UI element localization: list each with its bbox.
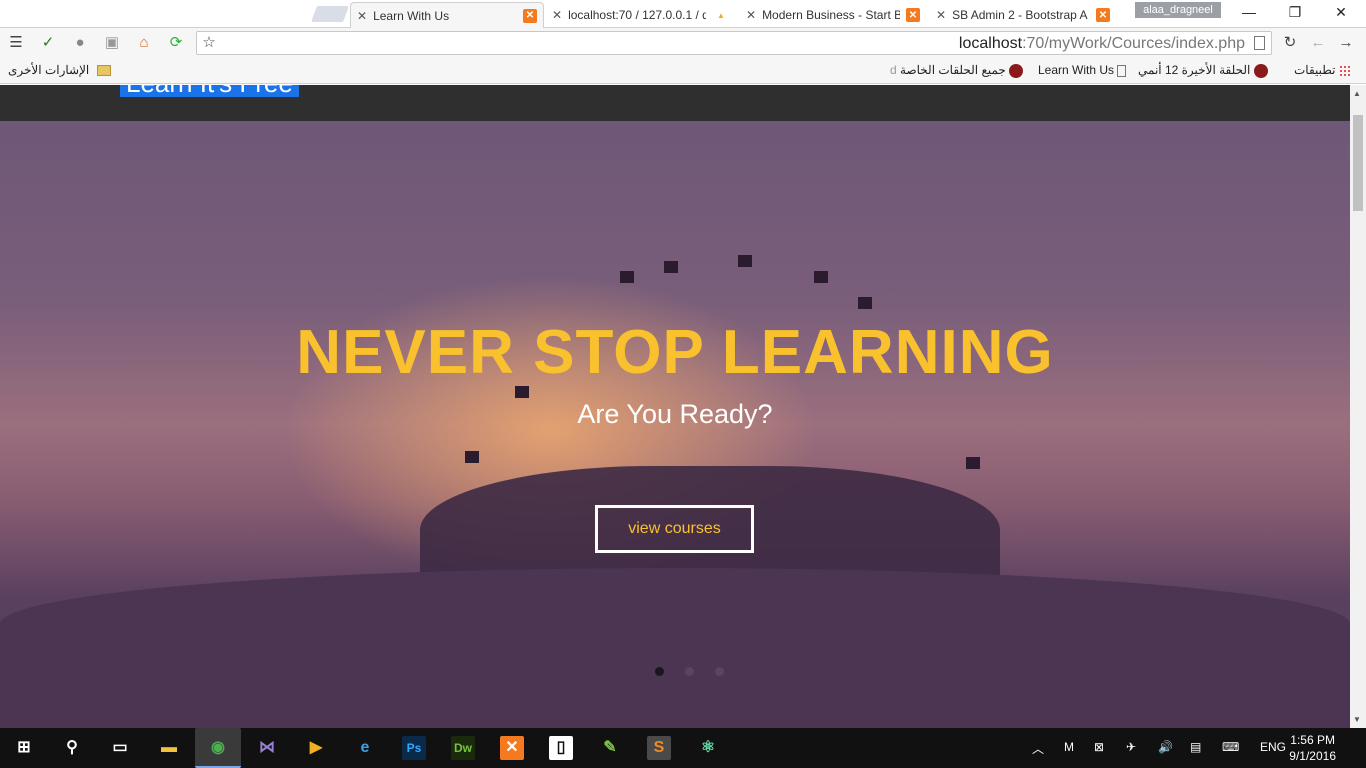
browser-toolbar: ☰ ✓ ● ▣ ⌂ ⟳ ☆ localhost:70/myWork/Cource… xyxy=(0,28,1366,58)
tab-title: SB Admin 2 - Bootstrap A xyxy=(952,8,1088,22)
page-scrollbar[interactable]: ▲ ▼ xyxy=(1350,85,1366,728)
photoshop-icon[interactable]: Ps xyxy=(402,736,426,760)
close-icon[interactable]: ✕ xyxy=(936,8,946,22)
notifications-icon[interactable]: ▤ xyxy=(1190,740,1201,754)
hero-subheadline: Are You Ready? xyxy=(577,399,773,429)
file-explorer-icon[interactable]: ▬ xyxy=(157,736,181,760)
site-brand[interactable]: Learn It's Free xyxy=(120,85,299,97)
scroll-down-icon[interactable]: ▼ xyxy=(1353,715,1361,724)
page-viewport: Learn It's Free NEVER STOP LEARNING Are … xyxy=(0,85,1350,728)
dreamweaver-icon[interactable]: Dw xyxy=(451,736,475,760)
bookmark-item-special-episodes[interactable]: d جميع الحلقات الخاصة xyxy=(890,63,1024,78)
extension-box-icon[interactable]: ▣ xyxy=(102,33,122,53)
tab-strip: ✕ Learn With Us ✕ ✕ localhost:70 / 127.0… xyxy=(0,0,1366,28)
phpmyadmin-favicon-icon: ▲ xyxy=(717,10,725,20)
view-courses-button[interactable]: view courses xyxy=(595,505,754,553)
site-navbar: Learn It's Free xyxy=(0,85,1350,121)
site-favicon-icon xyxy=(1253,63,1268,78)
carousel-indicator-3[interactable] xyxy=(715,667,724,676)
carousel-indicator-2[interactable] xyxy=(685,667,694,676)
reload-icon[interactable]: ↻ xyxy=(1280,33,1300,53)
extension-globe-icon[interactable]: ● xyxy=(70,33,90,53)
clock-time: 1:56 PM xyxy=(1290,733,1335,747)
network-icon[interactable]: ⊠ xyxy=(1094,740,1104,754)
airplane-icon[interactable]: ✈ xyxy=(1126,740,1136,754)
graduation-cap-icon xyxy=(814,271,828,283)
scroll-up-icon[interactable]: ▲ xyxy=(1353,89,1361,98)
other-bookmarks[interactable]: الإشارات الأخرى xyxy=(8,63,111,77)
tab-sb-admin[interactable]: ✕ SB Admin 2 - Bootstrap A ✕ xyxy=(930,2,1116,28)
keyboard-icon[interactable]: ⌨ xyxy=(1222,740,1239,754)
tab-phpmyadmin[interactable]: ✕ localhost:70 / 127.0.0.1 / d ▲ xyxy=(546,2,736,28)
xampp-favicon-icon: ✕ xyxy=(523,8,537,23)
ie-icon[interactable]: e xyxy=(353,736,377,760)
site-favicon-icon xyxy=(1009,63,1024,78)
xampp-favicon-icon: ✕ xyxy=(1096,8,1110,22)
home-icon[interactable]: ⌂ xyxy=(134,33,154,53)
graduation-cap-icon xyxy=(664,261,678,273)
bookmark-item-learn-with-us[interactable]: Learn With Us xyxy=(1038,63,1127,77)
notepad-icon[interactable]: ✎ xyxy=(598,736,622,760)
sublime-icon[interactable]: S xyxy=(647,736,671,760)
tab-title: Learn With Us xyxy=(373,8,450,23)
graduation-cap-icon xyxy=(858,297,872,309)
refresh-extension-icon[interactable]: ⟳ xyxy=(166,33,186,53)
tab-title: localhost:70 / 127.0.0.1 / d xyxy=(568,8,706,22)
graduation-cap-icon xyxy=(465,451,479,463)
close-icon[interactable]: ✕ xyxy=(746,8,756,22)
atom-icon[interactable]: ⚛ xyxy=(696,736,720,760)
url-text: localhost:70/myWork/Cources/index.php xyxy=(958,35,1245,52)
xampp-icon[interactable]: ✕ xyxy=(500,736,524,760)
xampp-favicon-icon: ✕ xyxy=(906,8,920,22)
chrome-icon[interactable]: ◉ xyxy=(195,728,241,768)
clock-date: 9/1/2016 xyxy=(1289,749,1336,763)
app-icon[interactable]: ▯ xyxy=(549,736,573,760)
hero-headline: NEVER STOP LEARNING xyxy=(296,318,1054,387)
scrollbar-thumb[interactable] xyxy=(1353,115,1363,211)
windows-taskbar: ⊞ ⚲ ▭ ▬ ◉ ⋈ ▶ e Ps Dw ✕ ▯ ✎ S ⚛ ︿ M ⊠ ✈ … xyxy=(0,728,1366,768)
bookmark-item-latest-episode[interactable]: الحلقة الأخيرة 12 أنمي xyxy=(1138,63,1268,78)
hero-carousel: NEVER STOP LEARNING Are You Ready? view … xyxy=(0,121,1350,728)
page-info-icon[interactable] xyxy=(1254,36,1265,50)
search-icon[interactable]: ⚲ xyxy=(60,736,84,760)
task-view-icon[interactable]: ▭ xyxy=(108,736,132,760)
volume-icon[interactable]: 🔊 xyxy=(1158,740,1173,754)
start-windows-icon[interactable]: ⊞ xyxy=(12,736,36,760)
page-icon xyxy=(1117,64,1127,77)
new-tab-button[interactable] xyxy=(311,6,349,22)
close-icon[interactable]: ✕ xyxy=(552,8,562,22)
extension-check-icon[interactable]: ✓ xyxy=(38,33,58,53)
media-player-icon[interactable]: ▶ xyxy=(304,736,328,760)
graduation-cap-icon xyxy=(620,271,634,283)
close-window-button[interactable]: ✕ xyxy=(1318,0,1364,26)
tab-modern-business[interactable]: ✕ Modern Business - Start B ✕ xyxy=(740,2,926,28)
bookmark-apps[interactable]: تطبيقات xyxy=(1294,63,1351,77)
minimize-button[interactable]: — xyxy=(1226,0,1272,26)
back-icon[interactable]: → xyxy=(1336,33,1356,53)
show-hidden-icons-icon[interactable]: ︿ xyxy=(1032,740,1044,757)
visual-studio-icon[interactable]: ⋈ xyxy=(255,736,279,760)
language-indicator[interactable]: ENG xyxy=(1260,740,1286,754)
bookmark-star-icon[interactable]: ☆ xyxy=(199,33,219,53)
address-bar[interactable]: ☆ localhost:70/myWork/Cources/index.php xyxy=(196,31,1272,55)
bookmarks-bar: الإشارات الأخرى d جميع الحلقات الخاصة Le… xyxy=(0,58,1366,84)
close-icon[interactable]: ✕ xyxy=(357,9,367,23)
tab-learn-with-us[interactable]: ✕ Learn With Us ✕ xyxy=(350,2,544,28)
restore-button[interactable]: ❐ xyxy=(1272,0,1318,26)
folder-icon xyxy=(96,65,111,77)
menu-icon[interactable]: ☰ xyxy=(6,33,26,53)
profile-button[interactable]: alaa_dragneel xyxy=(1135,2,1221,18)
hill-silhouette xyxy=(0,568,1350,728)
apps-grid-icon xyxy=(1338,64,1351,77)
graduation-cap-icon xyxy=(738,255,752,267)
forward-icon[interactable]: ← xyxy=(1308,33,1328,53)
carousel-indicator-1[interactable] xyxy=(655,667,664,676)
system-clock[interactable]: 1:56 PM 9/1/2016 xyxy=(1289,732,1336,764)
tab-title: Modern Business - Start B xyxy=(762,8,900,22)
tray-app-icon[interactable]: M xyxy=(1064,740,1074,754)
graduation-cap-icon xyxy=(966,457,980,469)
